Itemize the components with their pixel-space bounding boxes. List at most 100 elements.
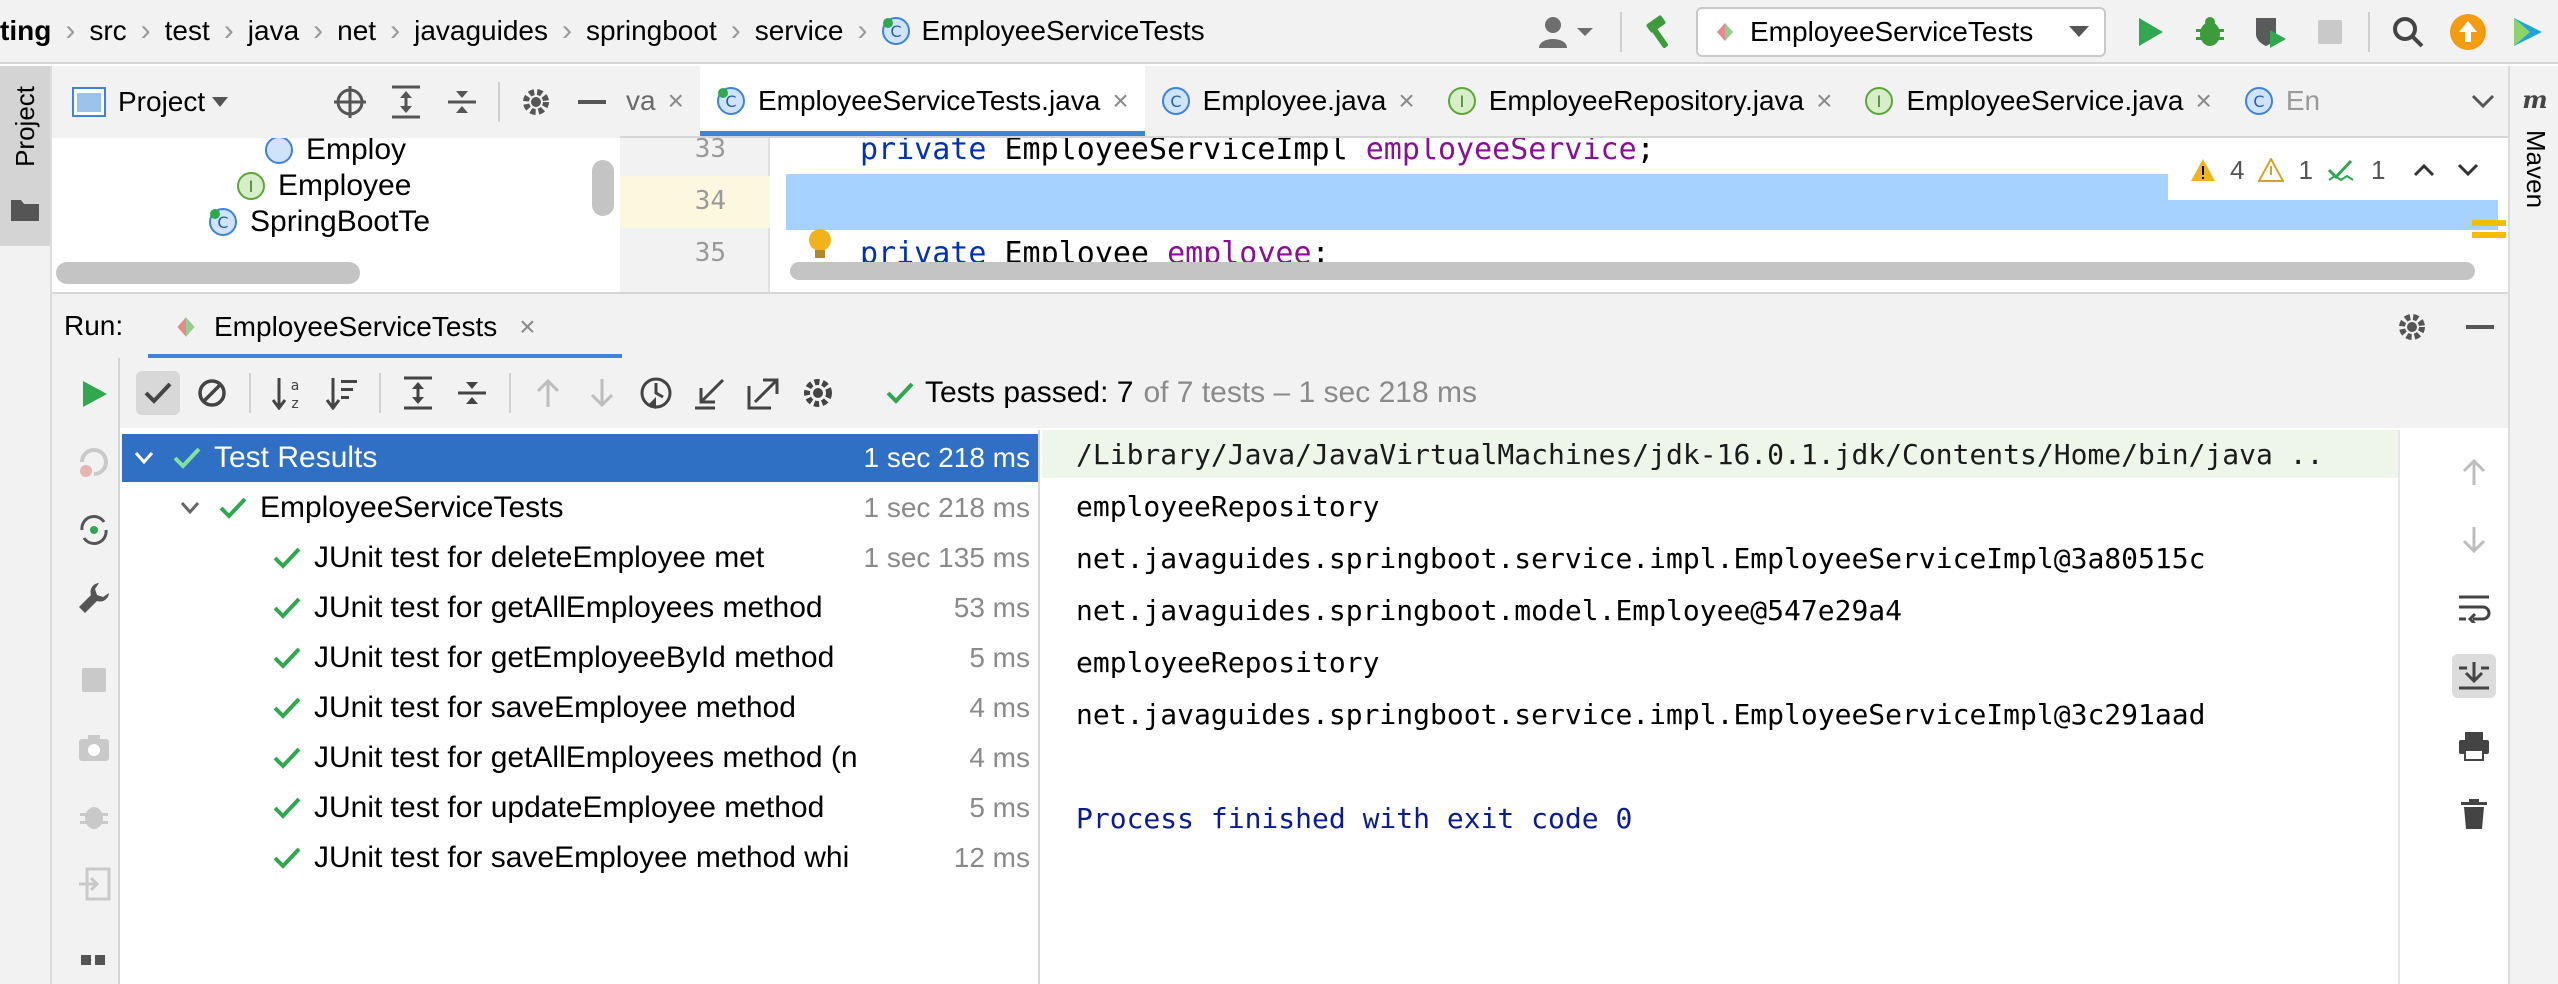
rerun-failed-icon[interactable] [72,440,116,484]
expand-all-icon[interactable] [396,371,440,415]
expand-all-icon[interactable] [384,80,428,124]
project-panel-title[interactable]: Project [118,86,205,118]
breadcrumb-item[interactable]: src [75,15,140,47]
tabs-overflow-button[interactable] [2458,66,2508,136]
chevron-down-icon[interactable] [2457,163,2479,177]
scrollbar-thumb[interactable] [56,262,360,284]
chevron-down-icon[interactable] [178,501,202,515]
debug-off-icon[interactable] [72,794,116,838]
layout-icon[interactable] [72,930,116,974]
sort-by-duration-icon[interactable] [320,371,364,415]
minimize-icon[interactable] [570,80,614,124]
breadcrumb-item[interactable]: net [323,15,390,47]
tree-item[interactable]: C SpringBootTe [208,200,430,244]
previous-test-icon[interactable] [526,371,570,415]
print-icon[interactable] [2452,724,2496,768]
export-tests-icon[interactable] [742,371,786,415]
close-icon[interactable]: × [668,85,684,117]
test-case-row[interactable]: JUnit test for saveEmployee method 4 ms [122,684,1038,732]
close-icon[interactable]: × [519,311,535,343]
settings-gear-icon[interactable] [2390,305,2434,349]
tab-employee[interactable]: C Employee.java × [1145,66,1431,136]
test-case-row[interactable]: JUnit test for updateEmployee method 5 m… [122,784,1038,832]
test-case-row[interactable]: JUnit test for deleteEmployee met 1 sec … [122,534,1038,582]
svg-text:a: a [291,378,300,394]
plugin-logo-icon[interactable] [2506,10,2550,54]
tab-employee-service[interactable]: I EmployeeService.java × [1848,66,2227,136]
run-with-coverage-icon[interactable] [2248,10,2292,54]
run-tab[interactable]: EmployeeServiceTests × [148,294,622,360]
inspection-widget[interactable]: 4 1 1 [2168,140,2508,200]
breadcrumb-item[interactable]: ting [0,15,65,47]
breadcrumb-item[interactable]: springboot [572,15,731,47]
scroll-up-icon[interactable] [2452,450,2496,494]
close-icon[interactable]: × [1398,85,1414,117]
test-case-row[interactable]: JUnit test for getAllEmployees method (n… [122,734,1038,782]
test-suite-row[interactable]: EmployeeServiceTests 1 sec 218 ms [122,484,1038,532]
maven-tool-tab-label[interactable]: Maven [2520,130,2551,208]
tab-partial[interactable]: va × [620,66,700,136]
tab-truncated[interactable]: C En [2228,66,2336,136]
maven-icon[interactable]: m [2518,86,2552,112]
test-history-icon[interactable] [634,371,678,415]
collapse-all-icon[interactable] [450,371,494,415]
project-tool-tab[interactable]: Project [0,66,50,246]
breadcrumb-item[interactable]: javaguides [400,15,562,47]
update-icon[interactable] [2446,10,2490,54]
close-icon[interactable]: × [2196,85,2212,117]
chevron-right-icon: › [390,14,401,47]
weak-warning-icon [2258,158,2285,182]
sort-alphabetically-icon[interactable]: az [266,371,310,415]
test-case-row[interactable]: JUnit test for saveEmployee method whi 1… [122,834,1038,882]
console-output[interactable]: /Library/Java/JavaVirtualMachines/jdk-16… [1042,430,2398,984]
class-icon: C [2244,87,2273,115]
close-icon[interactable]: × [1112,85,1128,117]
show-ignored-icon[interactable] [190,371,234,415]
import-tests-icon[interactable] [688,371,732,415]
scroll-down-icon[interactable] [2452,518,2496,562]
show-passed-check-icon[interactable] [136,371,180,415]
breadcrumb-item[interactable]: java [234,15,313,47]
tab-employee-service-tests[interactable]: C EmployeeServiceTests.java × [699,66,1145,136]
svg-text:C: C [1170,92,1181,111]
collapse-all-icon[interactable] [440,80,484,124]
breadcrumb-file[interactable]: C EmployeeServiceTests [867,15,1205,47]
soft-wrap-icon[interactable] [2452,586,2496,630]
chevron-down-icon[interactable] [132,451,156,465]
test-duration: 1 sec 218 ms [857,442,1030,474]
exit-icon[interactable] [72,862,116,906]
user-menu-icon[interactable] [1534,10,1604,54]
search-icon[interactable] [2386,10,2430,54]
svg-text:I: I [1459,92,1464,111]
breadcrumb-item[interactable]: test [151,15,224,47]
test-results-root[interactable]: Test Results 1 sec 218 ms [122,434,1038,482]
run-icon[interactable] [2128,10,2172,54]
lightbulb-icon[interactable] [806,228,834,262]
build-hammer-icon[interactable] [1638,10,1682,54]
project-vertical-scrollbar[interactable] [592,160,614,216]
settings-gear-icon[interactable] [514,80,558,124]
scroll-to-end-icon[interactable] [2452,654,2496,698]
locate-file-icon[interactable] [328,80,372,124]
toggle-auto-test-icon[interactable] [72,508,116,552]
run-configuration-select[interactable]: EmployeeServiceTests [1696,7,2106,57]
clear-trash-icon[interactable] [2452,792,2496,836]
stop-icon[interactable] [72,658,116,702]
project-horizontal-scrollbar[interactable] [56,262,616,284]
wrench-icon[interactable] [72,576,116,620]
tab-employee-repository[interactable]: I EmployeeRepository.java × [1431,66,1849,136]
test-settings-gear-icon[interactable] [796,371,840,415]
close-icon[interactable]: × [1816,85,1832,117]
chevron-down-icon[interactable] [211,96,229,108]
rerun-icon[interactable] [72,372,116,416]
breadcrumb-item[interactable]: service [741,15,858,47]
camera-icon[interactable] [72,726,116,770]
test-case-row[interactable]: JUnit test for getEmployeeById method 5 … [122,634,1038,682]
chevron-up-icon[interactable] [2413,163,2435,177]
minimize-icon[interactable] [2458,305,2502,349]
test-case-row[interactable]: JUnit test for getAllEmployees method 53… [122,584,1038,632]
debug-icon[interactable] [2188,10,2232,54]
next-test-icon[interactable] [580,371,624,415]
editor-horizontal-scrollbar[interactable] [790,262,2475,280]
stop-icon[interactable] [2308,10,2352,54]
